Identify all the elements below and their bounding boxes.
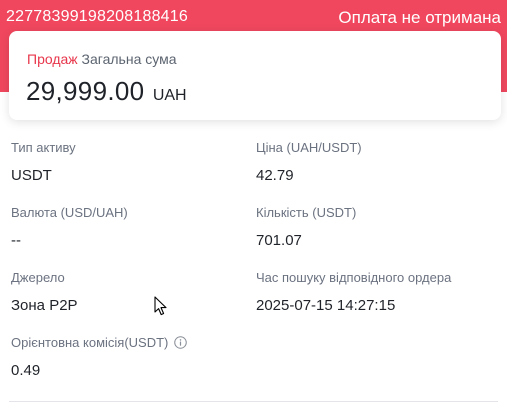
order-id: 22778399198208188416	[6, 8, 188, 25]
quantity-value: 701.07	[256, 232, 302, 249]
trade-side-label: Продаж	[27, 51, 78, 67]
matching-order-time-value: 2025-07-15 14:27:15	[256, 297, 396, 314]
estimated-fee-label-row: Орієнтовна комісія(USDT)	[11, 335, 188, 350]
summary-label-row: Продаж Загальна сума	[27, 51, 177, 67]
info-icon[interactable]	[174, 336, 188, 349]
mouse-pointer-icon	[154, 296, 168, 317]
source-field: Джерело Зона P2P	[11, 270, 78, 314]
order-summary-card: Продаж Загальна сума 29,999.00 UAH	[9, 31, 501, 120]
asset-type-value: USDT	[11, 167, 52, 184]
currency-field: Валюта (USD/UAH) --	[11, 205, 128, 249]
price-label: Ціна (UAH/USDT)	[256, 140, 362, 155]
matching-order-time-label: Час пошуку відповідного ордера	[256, 270, 452, 285]
asset-type-field: Тип активу USDT	[11, 140, 76, 184]
price-field: Ціна (UAH/USDT) 42.79	[256, 140, 362, 184]
price-value: 42.79	[256, 167, 294, 184]
source-label: Джерело	[11, 270, 65, 285]
total-amount-label: Загальна сума	[81, 51, 177, 67]
quantity-label: Кількість (USDT)	[256, 205, 357, 220]
currency-value: --	[11, 232, 21, 249]
estimated-fee-label: Орієнтовна комісія(USDT)	[11, 335, 169, 350]
quantity-field: Кількість (USDT) 701.07	[256, 205, 356, 249]
total-amount-value: 29,999.00	[26, 76, 145, 106]
source-value: Зона P2P	[11, 297, 78, 314]
payment-status: Оплата не отримана	[338, 8, 501, 27]
currency-label: Валюта (USD/UAH)	[11, 205, 128, 220]
estimated-fee-field: Орієнтовна комісія(USDT) 0.49	[11, 335, 188, 379]
matching-order-time-field: Час пошуку відповідного ордера 2025-07-1…	[256, 270, 451, 314]
bottom-divider	[9, 401, 498, 402]
total-amount: 29,999.00 UAH	[26, 76, 187, 107]
asset-type-label: Тип активу	[11, 140, 76, 155]
estimated-fee-value: 0.49	[11, 362, 41, 379]
total-amount-currency: UAH	[152, 87, 187, 104]
